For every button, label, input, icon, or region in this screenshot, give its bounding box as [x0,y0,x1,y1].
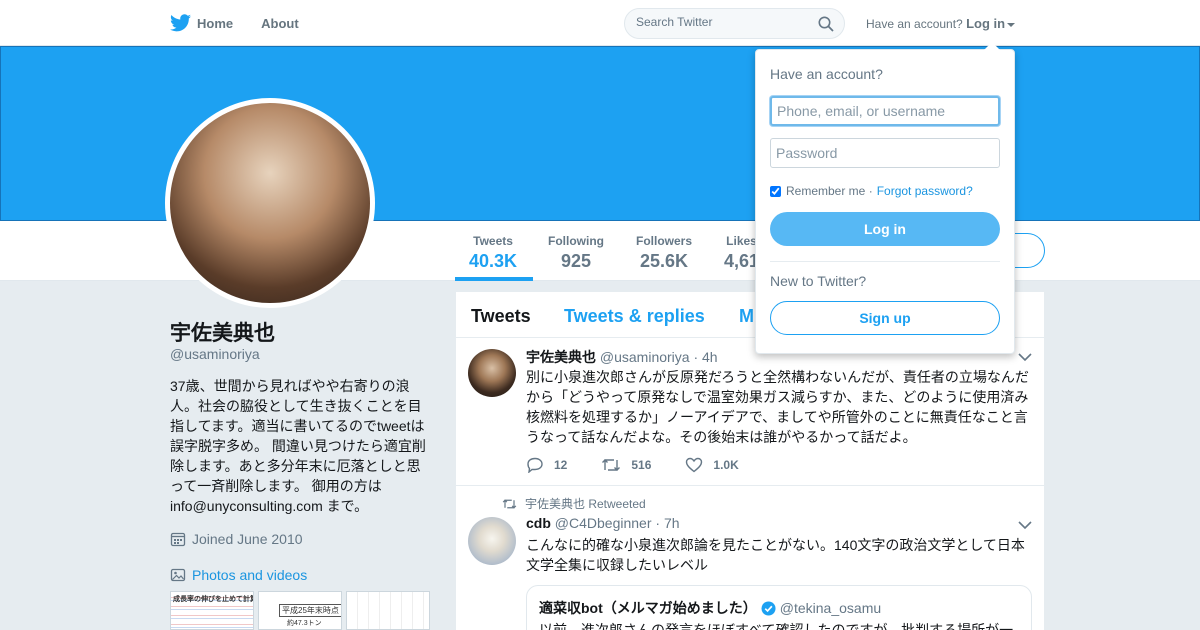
media-thumbnails: 成長率の伸びを止めて計算している主要国指標 平成25年末時点約47.3トン [170,591,434,630]
tweet-header: 宇佐美典也 @usaminoriya · 4h [526,347,718,367]
retweet-icon [602,459,621,471]
stat-value: 4,61 [724,251,760,271]
thumbnail-caption: 成長率の伸びを止めて計算している主要国指標 [173,596,253,603]
login-dropdown-toggle[interactable]: Log in [966,16,1005,31]
media-thumbnail[interactable]: 成長率の伸びを止めて計算している主要国指標 [170,591,254,630]
forgot-password-link[interactable]: Forgot password? [877,184,973,198]
search-box[interactable] [624,8,845,39]
quoted-tweet-header: 適菜収bot（メルマガ始めました） @tekina_osamu [539,598,881,618]
tweet-author-name[interactable]: 宇佐美典也 [526,349,596,365]
username-field[interactable] [770,96,1000,126]
quoted-tweet-text: 以前、進次郎さんの発言をほぼすべて確認したのですが、批判する場所が一 [539,622,1014,630]
nav-left: Home About [170,0,327,46]
tweet[interactable]: 宇佐美典也 Retweeted cdb @C4Dbeginner · 7h こん… [456,487,1044,630]
active-stat-underline [455,277,533,281]
search-input[interactable] [636,15,816,29]
reply-count: 12 [554,458,568,472]
reply-icon [527,457,543,473]
reply-button[interactable]: 12 [526,457,567,473]
login-button[interactable]: Log in [770,212,1000,246]
tab-tweets[interactable]: Tweets [471,306,531,327]
stat-likes[interactable]: Likes 4,61 [724,234,759,272]
quoted-author-handle: @tekina_osamu [779,600,882,616]
tweet-author-handle[interactable]: @usaminoriya [600,349,690,365]
profile-bio: 37歳、世間から見ればやや右寄りの浪人。社会の脇役として生き抜くことを目指してま… [170,378,426,514]
nav-home[interactable]: Home [170,0,233,46]
stat-value: 925 [560,251,592,271]
media-thumbnail[interactable] [346,591,430,630]
retweet-icon [502,498,517,509]
joined-text: Joined June 2010 [192,531,303,547]
remember-me-row: Remember me · Forgot password? [770,184,973,198]
twitter-bird-icon [170,14,191,32]
tweet-avatar[interactable] [468,517,516,565]
heart-icon [686,457,703,473]
stat-label: Likes [726,234,757,248]
nav-about-label: About [261,15,299,31]
divider [770,261,1000,262]
avatar-photo [170,103,370,303]
tweet-actions: 12 516 1.0K [526,457,763,473]
chevron-down-icon[interactable] [1018,520,1032,530]
account-prompt: Have an account? [866,17,963,31]
tweet[interactable]: 宇佐美典也 @usaminoriya · 4h 別に小泉進次郎さんが反原発だろう… [456,339,1044,486]
profile-name: 宇佐美典也 [170,322,275,345]
stat-following[interactable]: Following 925 [548,234,604,272]
nav-about[interactable]: About [261,0,299,46]
tweet-time[interactable]: · 7h [655,515,679,531]
stat-value: 25.6K [639,251,689,271]
stat-tweets[interactable]: Tweets 40.3K [469,234,517,272]
signup-button[interactable]: Sign up [770,301,1000,335]
stat-label: Following [548,234,604,248]
profile-handle: @usaminoriya [170,346,260,362]
tweet-author-name[interactable]: cdb [526,515,551,531]
tweet-text: 別に小泉進次郎さんが反原発だろうと全然構わないんだが、責任者の立場なんだから「ど… [526,369,1029,445]
tab-media[interactable]: M [739,306,754,327]
quoted-author-name: 適菜収bot（メルマガ始めました） [539,600,757,616]
search-icon[interactable] [818,16,834,32]
retweet-count: 516 [631,458,652,472]
tweet-header: cdb @C4Dbeginner · 7h [526,515,680,531]
thumbnail-caption: 平成25年末時点 [279,604,341,617]
verified-badge-icon [761,600,776,616]
remember-me-checkbox[interactable] [770,185,781,197]
profile-avatar[interactable] [165,98,375,308]
calendar-icon [170,532,186,547]
retweet-button[interactable]: 516 [601,457,651,473]
tweet-time[interactable]: · 4h [693,349,717,365]
password-field[interactable] [770,138,1000,168]
caret-down-icon [1007,22,1016,27]
retweeted-by-label[interactable]: 宇佐美典也 Retweeted [525,495,646,512]
stat-label: Tweets [473,234,513,248]
top-nav-bar: Home About Have an account? Log in [0,0,1200,46]
login-dropdown: Have an account? Remember me · Forgot pa… [755,42,1015,354]
remember-me-label[interactable]: Remember me [786,184,865,198]
separator-dot: · [865,184,873,198]
media-thumbnail[interactable]: 平成25年末時点約47.3トン [258,591,342,630]
tab-tweets-replies[interactable]: Tweets & replies [564,306,705,327]
account-menu[interactable]: Have an account? Log in [866,16,1016,31]
new-to-twitter-prompt: New to Twitter? [770,273,867,289]
tweet-avatar[interactable] [468,349,516,397]
profile-joined: Joined June 2010 [170,531,303,547]
like-count: 1.0K [713,458,739,472]
tweet-text: こんなに的確な小泉進次郎論を見たことがない。140文字の政治文学として日本文学全… [526,537,1025,573]
photo-icon [170,568,186,582]
stat-followers[interactable]: Followers 25.6K [636,234,692,272]
like-button[interactable]: 1.0K [685,457,739,473]
photos-videos-link[interactable]: Photos and videos [170,567,307,583]
thumbnail-caption: 約47.3トン [287,620,322,627]
quoted-tweet[interactable]: 適菜収bot（メルマガ始めました） @tekina_osamu 以前、進次郎さん… [526,585,1032,630]
retweeted-by: 宇佐美典也 Retweeted [502,495,646,512]
tweet-author-handle[interactable]: @C4Dbeginner [555,515,652,531]
nav-home-label: Home [197,15,234,31]
stat-label: Followers [636,234,693,248]
login-title: Have an account? [770,66,883,82]
stat-value: 40.3K [469,251,518,271]
photos-videos-label: Photos and videos [192,567,308,583]
chevron-down-icon[interactable] [1018,352,1032,362]
